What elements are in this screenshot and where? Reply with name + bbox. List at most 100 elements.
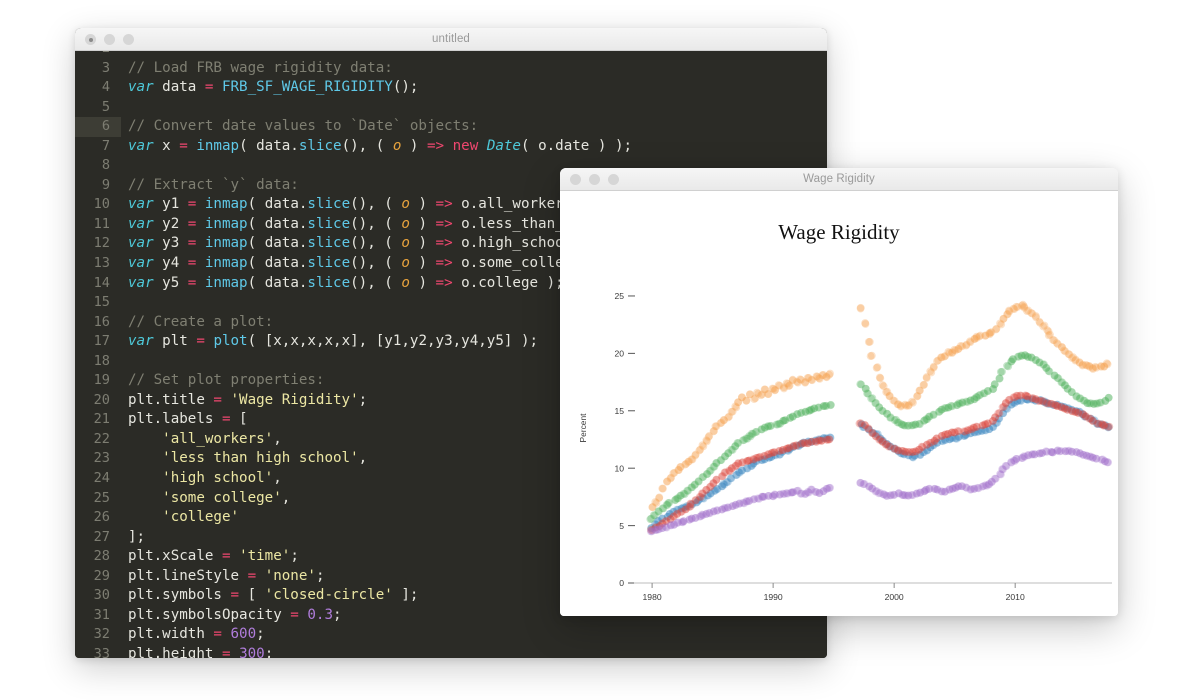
code-line-number: 3 <box>101 59 110 76</box>
code-line-text: plt.xScale = 'time'; <box>121 547 299 567</box>
scatter-point <box>990 380 999 389</box>
code-token-plain: ) <box>409 255 436 272</box>
code-line-text: plt.symbols = [ 'closed-circle' ]; <box>121 586 418 606</box>
code-token-fn: slice <box>307 215 351 232</box>
code-window-title: untitled <box>432 33 470 45</box>
x-axis-tick-label: 1980 <box>643 592 662 602</box>
scatter-point <box>878 381 887 389</box>
code-token-kw: var <box>128 79 154 96</box>
code-token-plain: ( data. <box>247 255 308 272</box>
code-token-op: = <box>213 626 222 643</box>
code-token-plain: plt.title <box>128 391 214 408</box>
scatter-point <box>1104 458 1113 467</box>
code-token-str: 'closed-circle' <box>264 587 393 604</box>
code-token-plain: ) <box>401 137 427 154</box>
code-token-fn: inmap <box>204 255 248 272</box>
y-axis-label: Percent <box>578 413 588 443</box>
code-line-text: 'college' <box>121 508 239 528</box>
code-token-fn: plot <box>213 333 248 350</box>
y-axis-tick-label: 15 <box>614 406 624 416</box>
code-token-plain: data <box>153 79 205 96</box>
scatter-point <box>861 319 870 327</box>
code-token-plain: y5 <box>153 274 188 291</box>
code-line-number: 13 <box>93 255 110 272</box>
code-token-num: 600 <box>230 626 257 643</box>
plot-window-traffic-lights[interactable] <box>570 168 619 191</box>
scatter-point <box>826 400 835 409</box>
y-axis-tick-label: 5 <box>619 521 624 531</box>
minimize-light-icon[interactable] <box>589 174 600 185</box>
code-line[interactable]: 6 // Convert date values to `Date` object… <box>75 117 827 137</box>
code-line-text: 'less than high school', <box>121 449 367 469</box>
code-line-text: plt.labels = [ <box>121 410 248 430</box>
code-line-number: 7 <box>101 137 110 154</box>
scatter-point <box>825 435 834 444</box>
scatter-point <box>825 483 834 492</box>
code-line[interactable]: 7 var x = inmap( data.slice(), ( o ) => n… <box>75 137 827 157</box>
code-line-text: // Convert date values to `Date` objects… <box>121 117 478 137</box>
code-token-plain: plt.symbols <box>128 587 231 604</box>
code-line-text: // Create a plot: <box>121 313 273 333</box>
code-token-plain: (), ( <box>341 137 393 154</box>
code-token-fn: inmap <box>204 274 248 291</box>
code-line[interactable]: 3 // Load FRB wage rigidity data: <box>75 59 827 79</box>
code-line-number: 17 <box>93 333 110 350</box>
code-window-traffic-lights[interactable] <box>85 28 134 51</box>
code-line-number: 18 <box>93 352 110 369</box>
code-token-kw: var <box>128 235 154 252</box>
code-line[interactable]: 32 plt.width = 600; <box>75 625 827 645</box>
code-token-nw: new <box>452 137 479 154</box>
code-token-plain: ) <box>409 274 436 291</box>
code-token-param: o <box>401 274 410 291</box>
minimize-light-icon[interactable] <box>104 34 115 45</box>
code-token-plain: ; <box>333 606 342 623</box>
code-token-cmt: // Convert date values to `Date` objects… <box>128 118 479 135</box>
code-line-number: 27 <box>93 528 110 545</box>
close-light-icon[interactable] <box>570 174 581 185</box>
code-line-text: plt.width = 600; <box>121 625 265 645</box>
scatter-point <box>1104 393 1113 402</box>
code-token-num: 300 <box>239 645 265 658</box>
code-token-str: 'high school' <box>162 470 274 487</box>
code-token-fn: FRB_SF_WAGE_RIGIDITY <box>221 79 393 96</box>
code-token-plain: o.college ); <box>452 274 564 291</box>
code-token-cmt: // Load FRB wage rigidity data: <box>128 59 393 76</box>
plot-window-title: Wage Rigidity <box>803 173 875 185</box>
code-token-fn: inmap <box>196 137 240 154</box>
code-line-number: 16 <box>93 313 110 330</box>
code-window-titlebar[interactable]: untitled <box>75 28 827 51</box>
code-token-op: => <box>435 274 453 291</box>
code-line-number: 4 <box>101 79 110 96</box>
code-line[interactable]: 33 plt.height = 300; <box>75 645 827 658</box>
code-token-op: = <box>196 333 205 350</box>
code-line-text: // Extract `y` data: <box>121 176 299 196</box>
code-line-text: var data = FRB_SF_WAGE_RIGIDITY(); <box>121 78 418 98</box>
code-line[interactable]: 2 <box>75 51 827 59</box>
code-line-number: 32 <box>93 626 110 643</box>
code-token-plain: plt.width <box>128 626 214 643</box>
code-token-plain: (), ( <box>350 215 402 232</box>
code-line-number: 24 <box>93 470 110 487</box>
code-token-op: => <box>435 255 453 272</box>
code-token-plain: ; <box>256 626 265 643</box>
code-line-number: 5 <box>101 98 110 115</box>
code-token-plain: ( data. <box>239 137 299 154</box>
code-line[interactable]: 4 var data = FRB_SF_WAGE_RIGIDITY(); <box>75 78 827 98</box>
plot-window-titlebar[interactable]: Wage Rigidity <box>560 168 1118 191</box>
close-light-icon[interactable] <box>85 34 96 45</box>
code-token-plain: ) <box>409 196 436 213</box>
code-token-plain: ( data. <box>247 196 308 213</box>
code-token-plain: y2 <box>153 215 188 232</box>
code-line[interactable]: 5 <box>75 98 827 118</box>
code-token-op: = <box>230 587 240 604</box>
zoom-light-icon[interactable] <box>123 34 134 45</box>
zoom-light-icon[interactable] <box>608 174 619 185</box>
code-line-number: 25 <box>93 489 110 506</box>
plot-window[interactable]: Wage Rigidity Wage Rigidity 0 5 10 15 20 25 Per… <box>560 168 1118 616</box>
code-token-plain: x <box>153 137 180 154</box>
